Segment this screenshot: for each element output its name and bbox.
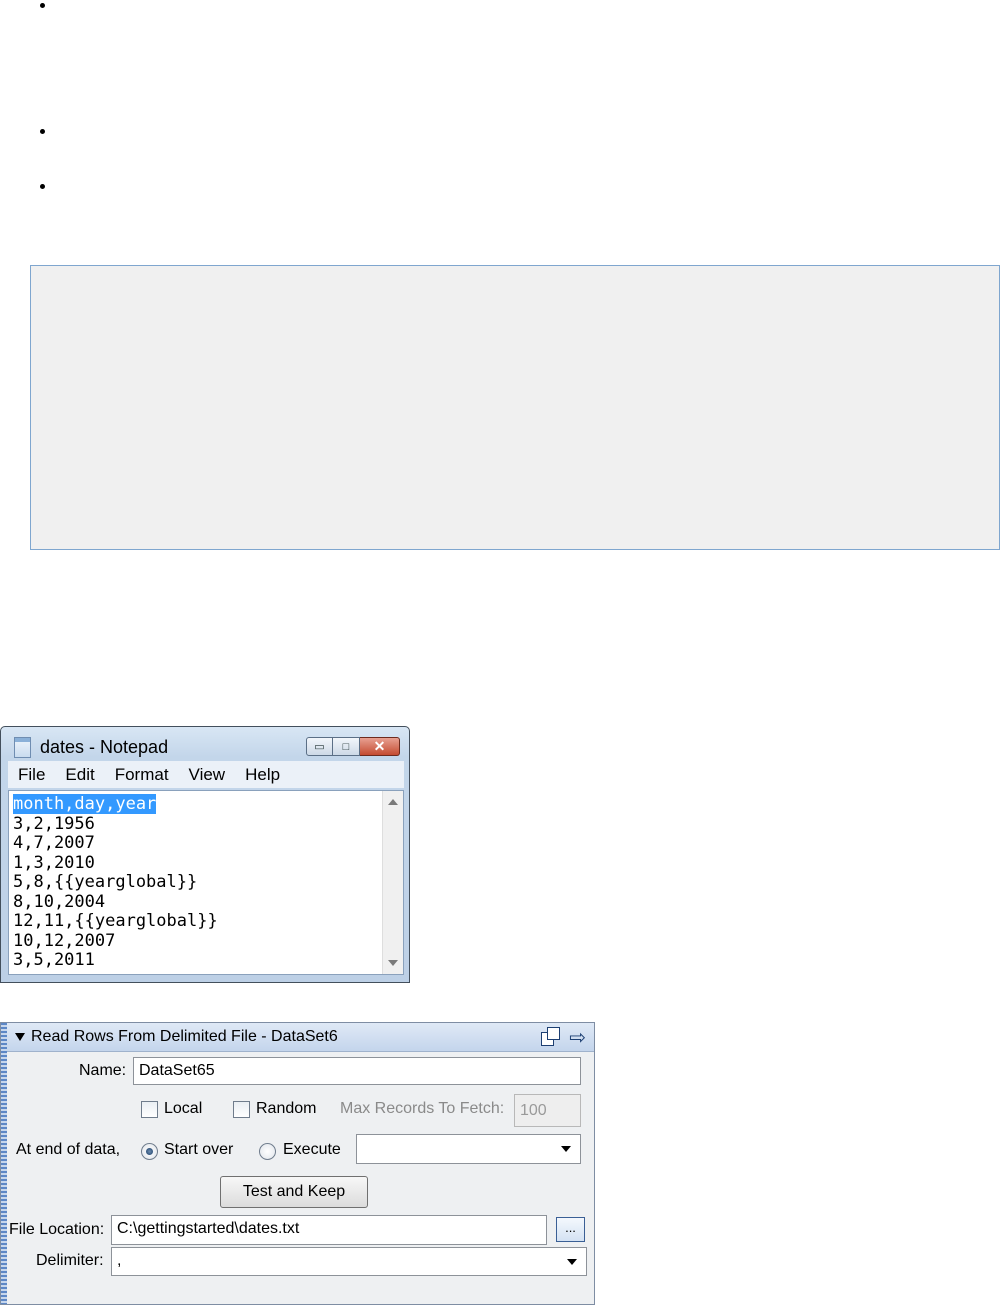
text-line: 10,12,2007 bbox=[13, 930, 116, 951]
close-button[interactable]: ✕ bbox=[360, 737, 400, 756]
bullet-1 bbox=[40, 3, 45, 8]
file-location-label: File Location: bbox=[9, 1221, 105, 1238]
name-field[interactable]: DataSet65 bbox=[133, 1057, 581, 1085]
float-window-icon[interactable] bbox=[541, 1027, 560, 1046]
code-block bbox=[30, 265, 1000, 550]
minimize-icon: ▭ bbox=[314, 741, 325, 753]
menu-view[interactable]: View bbox=[179, 765, 236, 785]
notepad-icon bbox=[14, 737, 31, 758]
arrow-right-icon[interactable]: ⇨ bbox=[569, 1025, 586, 1050]
bullet-3 bbox=[40, 184, 45, 189]
vertical-scrollbar[interactable] bbox=[382, 791, 403, 974]
panel-header[interactable]: Read Rows From Delimited File - DataSet6… bbox=[7, 1023, 594, 1052]
delimiter-label: Delimiter: bbox=[36, 1252, 104, 1269]
delimiter-dropdown[interactable]: , bbox=[111, 1247, 587, 1276]
text-line: month,day,year bbox=[13, 794, 218, 815]
notepad-menubar: File Edit Format View Help bbox=[8, 761, 404, 788]
minimize-button[interactable]: ▭ bbox=[306, 737, 333, 756]
menu-help[interactable]: Help bbox=[235, 765, 290, 785]
name-label: Name: bbox=[79, 1062, 127, 1079]
browse-button[interactable]: ... bbox=[556, 1217, 585, 1242]
chevron-down-icon bbox=[567, 1259, 577, 1265]
text-line: 4,7,2007 bbox=[13, 833, 95, 853]
panel-drag-stripe[interactable] bbox=[1, 1023, 7, 1304]
execute-radio[interactable] bbox=[259, 1143, 276, 1160]
selected-text: month,day,year bbox=[13, 794, 157, 814]
text-line: 3,2,1956 bbox=[13, 813, 95, 834]
text-line: 12,11,{{yearglobal}} bbox=[13, 911, 218, 931]
delimiter-value: , bbox=[117, 1252, 122, 1269]
notepad-title: dates - Notepad bbox=[40, 737, 169, 757]
maximize-icon: □ bbox=[342, 740, 350, 753]
maximize-button[interactable]: □ bbox=[333, 737, 360, 756]
read-rows-panel: Read Rows From Delimited File - DataSet6… bbox=[0, 1022, 595, 1305]
max-records-label: Max Records To Fetch: bbox=[340, 1100, 505, 1117]
notepad-text-area[interactable]: month,day,year 3,2,1956 4,7,2007 1,3,201… bbox=[8, 790, 404, 975]
test-and-keep-button[interactable]: Test and Keep bbox=[220, 1176, 368, 1208]
scroll-down-icon[interactable] bbox=[388, 960, 398, 966]
menu-format[interactable]: Format bbox=[105, 765, 179, 785]
end-of-data-label: At end of data, bbox=[16, 1141, 121, 1158]
random-checkbox[interactable] bbox=[233, 1101, 250, 1118]
bullet-2 bbox=[40, 129, 45, 134]
local-label: Local bbox=[164, 1100, 203, 1117]
execute-label: Execute bbox=[283, 1141, 341, 1158]
close-icon: ✕ bbox=[373, 738, 386, 754]
random-label: Random bbox=[256, 1100, 317, 1117]
menu-file[interactable]: File bbox=[8, 765, 55, 785]
text-line: 5,8,{{yearglobal}} bbox=[13, 872, 198, 892]
text-line: 1,3,2010 bbox=[13, 852, 95, 873]
chevron-down-icon bbox=[561, 1146, 571, 1152]
text-line: 8,10,2004 bbox=[13, 891, 106, 912]
max-records-field[interactable]: 100 bbox=[514, 1094, 581, 1127]
start-over-radio[interactable] bbox=[141, 1143, 158, 1160]
collapse-triangle-icon[interactable] bbox=[15, 1033, 25, 1041]
local-checkbox[interactable] bbox=[141, 1101, 158, 1118]
scroll-up-icon[interactable] bbox=[388, 799, 398, 805]
file-location-field[interactable]: C:\gettingstarted\dates.txt bbox=[111, 1215, 547, 1245]
menu-edit[interactable]: Edit bbox=[55, 765, 104, 785]
start-over-label: Start over bbox=[164, 1141, 234, 1158]
notepad-window: dates - Notepad ▭ □ ✕ File Edit Format V… bbox=[0, 726, 410, 983]
panel-title: Read Rows From Delimited File - DataSet6 bbox=[31, 1028, 338, 1045]
text-line: 3,5,2011 bbox=[13, 950, 95, 970]
execute-dropdown[interactable] bbox=[356, 1134, 581, 1164]
